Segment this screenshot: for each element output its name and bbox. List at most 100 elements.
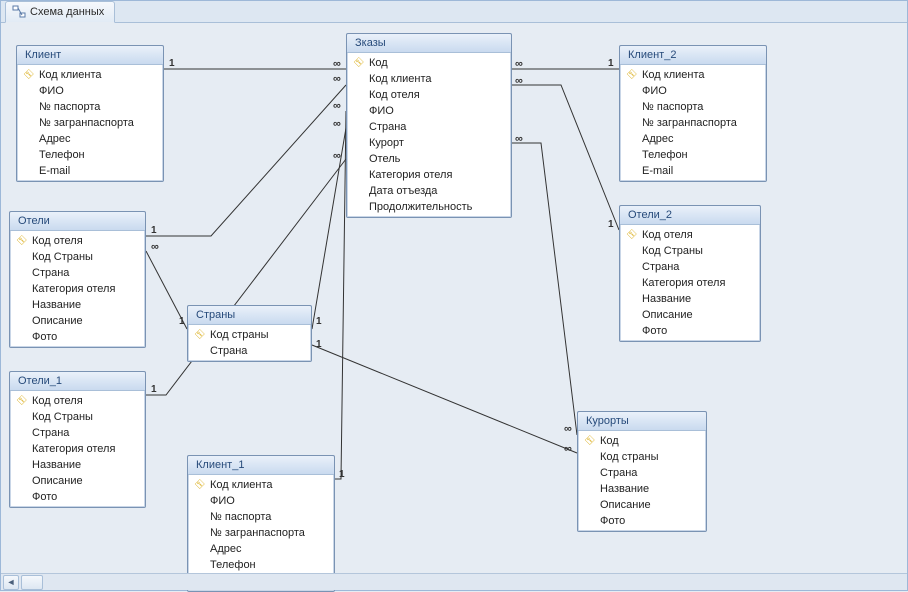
table-title: Клиент <box>17 46 163 65</box>
field-row[interactable]: Страна <box>188 343 311 359</box>
field-row[interactable]: ⚿Код <box>578 433 706 449</box>
field-list: ⚿Код Код страны Страна Название Описание… <box>578 431 706 531</box>
field-row[interactable]: Категория отеля <box>347 167 511 183</box>
field-row[interactable]: ⚿Код клиента <box>17 67 163 83</box>
field-row[interactable]: № загранпаспорта <box>188 525 334 541</box>
field-row[interactable]: ФИО <box>188 493 334 509</box>
tab-label: Схема данных <box>30 6 104 18</box>
field-row[interactable]: Код Страны <box>10 249 145 265</box>
field-row[interactable]: Страна <box>10 425 145 441</box>
field-row[interactable]: Адрес <box>620 131 766 147</box>
field-row[interactable]: ФИО <box>620 83 766 99</box>
field-row[interactable]: Код Страны <box>10 409 145 425</box>
field-list: ⚿Код клиента ФИО № паспорта № загранпасп… <box>17 65 163 181</box>
field-row[interactable]: Фото <box>10 329 145 345</box>
cardinality-one: 1 <box>608 219 614 230</box>
field-list: ⚿Код страны Страна <box>188 325 311 361</box>
field-list: ⚿Код клиента ФИО № паспорта № загранпасп… <box>620 65 766 181</box>
table-klient2[interactable]: Клиент_2 ⚿Код клиента ФИО № паспорта № з… <box>619 45 767 182</box>
field-row[interactable]: Код отеля <box>347 87 511 103</box>
tab-schema[interactable]: Схема данных <box>5 1 115 23</box>
table-strany[interactable]: Страны ⚿Код страны Страна <box>187 305 312 362</box>
key-icon: ⚿ <box>22 67 37 82</box>
field-row[interactable]: ⚿Код отеля <box>620 227 760 243</box>
diagram-canvas[interactable]: 1 ∞ ∞ 1 1 ∞ 1 ∞ 1 ∞ 1 ∞ 1 ∞ ∞ 1 ∞ 1 ∞ ∞ … <box>1 23 907 572</box>
key-icon: ⚿ <box>625 227 640 242</box>
field-row[interactable]: ⚿Код отеля <box>10 233 145 249</box>
field-row[interactable]: Страна <box>10 265 145 281</box>
cardinality-one: 1 <box>179 316 185 327</box>
field-row[interactable]: Описание <box>10 473 145 489</box>
field-list: ⚿Код Код клиента Код отеля ФИО Страна Ку… <box>347 53 511 217</box>
field-row[interactable]: Телефон <box>17 147 163 163</box>
field-row[interactable]: Страна <box>578 465 706 481</box>
cardinality-many: ∞ <box>515 133 523 145</box>
cardinality-many: ∞ <box>564 443 572 455</box>
table-title: Страны <box>188 306 311 325</box>
field-row[interactable]: E-mail <box>620 163 766 179</box>
scroll-left-button[interactable]: ◄ <box>3 575 19 590</box>
field-row[interactable]: Продолжительность <box>347 199 511 215</box>
field-row[interactable]: ⚿Код отеля <box>10 393 145 409</box>
field-row[interactable]: Код клиента <box>347 71 511 87</box>
field-row[interactable]: ⚿Код клиента <box>620 67 766 83</box>
field-row[interactable]: Название <box>578 481 706 497</box>
field-row[interactable]: Код Страны <box>620 243 760 259</box>
cardinality-one: 1 <box>169 58 175 69</box>
field-row[interactable]: Дата отъезда <box>347 183 511 199</box>
field-row[interactable]: Адрес <box>188 541 334 557</box>
field-row[interactable]: Страна <box>620 259 760 275</box>
cardinality-one: 1 <box>316 316 322 327</box>
table-oteli1[interactable]: Отели_1 ⚿Код отеля Код Страны Страна Кат… <box>9 371 146 508</box>
table-kurorty[interactable]: Курорты ⚿Код Код страны Страна Название … <box>577 411 707 532</box>
field-row[interactable]: Код страны <box>578 449 706 465</box>
field-row[interactable]: ФИО <box>347 103 511 119</box>
field-row[interactable]: Фото <box>620 323 760 339</box>
field-row[interactable]: Название <box>10 297 145 313</box>
table-oteli[interactable]: Отели ⚿Код отеля Код Страны Страна Катег… <box>9 211 146 348</box>
table-oteli2[interactable]: Отели_2 ⚿Код отеля Код Страны Страна Кат… <box>619 205 761 342</box>
field-row[interactable]: ФИО <box>17 83 163 99</box>
field-row[interactable]: Описание <box>578 497 706 513</box>
field-row[interactable]: № загранпаспорта <box>17 115 163 131</box>
field-row[interactable]: ⚿Код страны <box>188 327 311 343</box>
field-row[interactable]: № паспорта <box>620 99 766 115</box>
field-row[interactable]: ⚿Код клиента <box>188 477 334 493</box>
field-row[interactable]: Категория отеля <box>10 281 145 297</box>
field-row[interactable]: ⚿Код <box>347 55 511 71</box>
cardinality-one: 1 <box>316 339 322 350</box>
cardinality-one: 1 <box>339 469 345 480</box>
field-row[interactable]: Категория отеля <box>620 275 760 291</box>
cardinality-many: ∞ <box>151 241 159 253</box>
scroll-thumb[interactable] <box>21 575 43 590</box>
field-row[interactable]: Название <box>620 291 760 307</box>
key-icon: ⚿ <box>625 67 640 82</box>
table-title: Клиент_1 <box>188 456 334 475</box>
field-row[interactable]: Курорт <box>347 135 511 151</box>
field-row[interactable]: Описание <box>620 307 760 323</box>
field-row[interactable]: Адрес <box>17 131 163 147</box>
table-title: Отели <box>10 212 145 231</box>
table-title: Клиент_2 <box>620 46 766 65</box>
field-row[interactable]: E-mail <box>17 163 163 179</box>
field-row[interactable]: Страна <box>347 119 511 135</box>
cardinality-one: 1 <box>151 225 157 236</box>
table-klient1[interactable]: Клиент_1 ⚿Код клиента ФИО № паспорта № з… <box>187 455 335 592</box>
key-icon: ⚿ <box>15 233 30 248</box>
field-row[interactable]: Категория отеля <box>10 441 145 457</box>
table-zakazy[interactable]: Зказы ⚿Код Код клиента Код отеля ФИО Стр… <box>346 33 512 218</box>
field-row[interactable]: Телефон <box>620 147 766 163</box>
field-row[interactable]: Описание <box>10 313 145 329</box>
field-row[interactable]: № загранпаспорта <box>620 115 766 131</box>
field-row[interactable]: № паспорта <box>17 99 163 115</box>
field-row[interactable]: Название <box>10 457 145 473</box>
field-row[interactable]: № паспорта <box>188 509 334 525</box>
field-row[interactable]: Отель <box>347 151 511 167</box>
field-row[interactable]: Телефон <box>188 557 334 573</box>
cardinality-many: ∞ <box>515 58 523 70</box>
field-row[interactable]: Фото <box>578 513 706 529</box>
cardinality-one: 1 <box>151 384 157 395</box>
table-klient[interactable]: Клиент ⚿Код клиента ФИО № паспорта № заг… <box>16 45 164 182</box>
horizontal-scrollbar[interactable]: ◄ <box>1 573 907 590</box>
field-row[interactable]: Фото <box>10 489 145 505</box>
